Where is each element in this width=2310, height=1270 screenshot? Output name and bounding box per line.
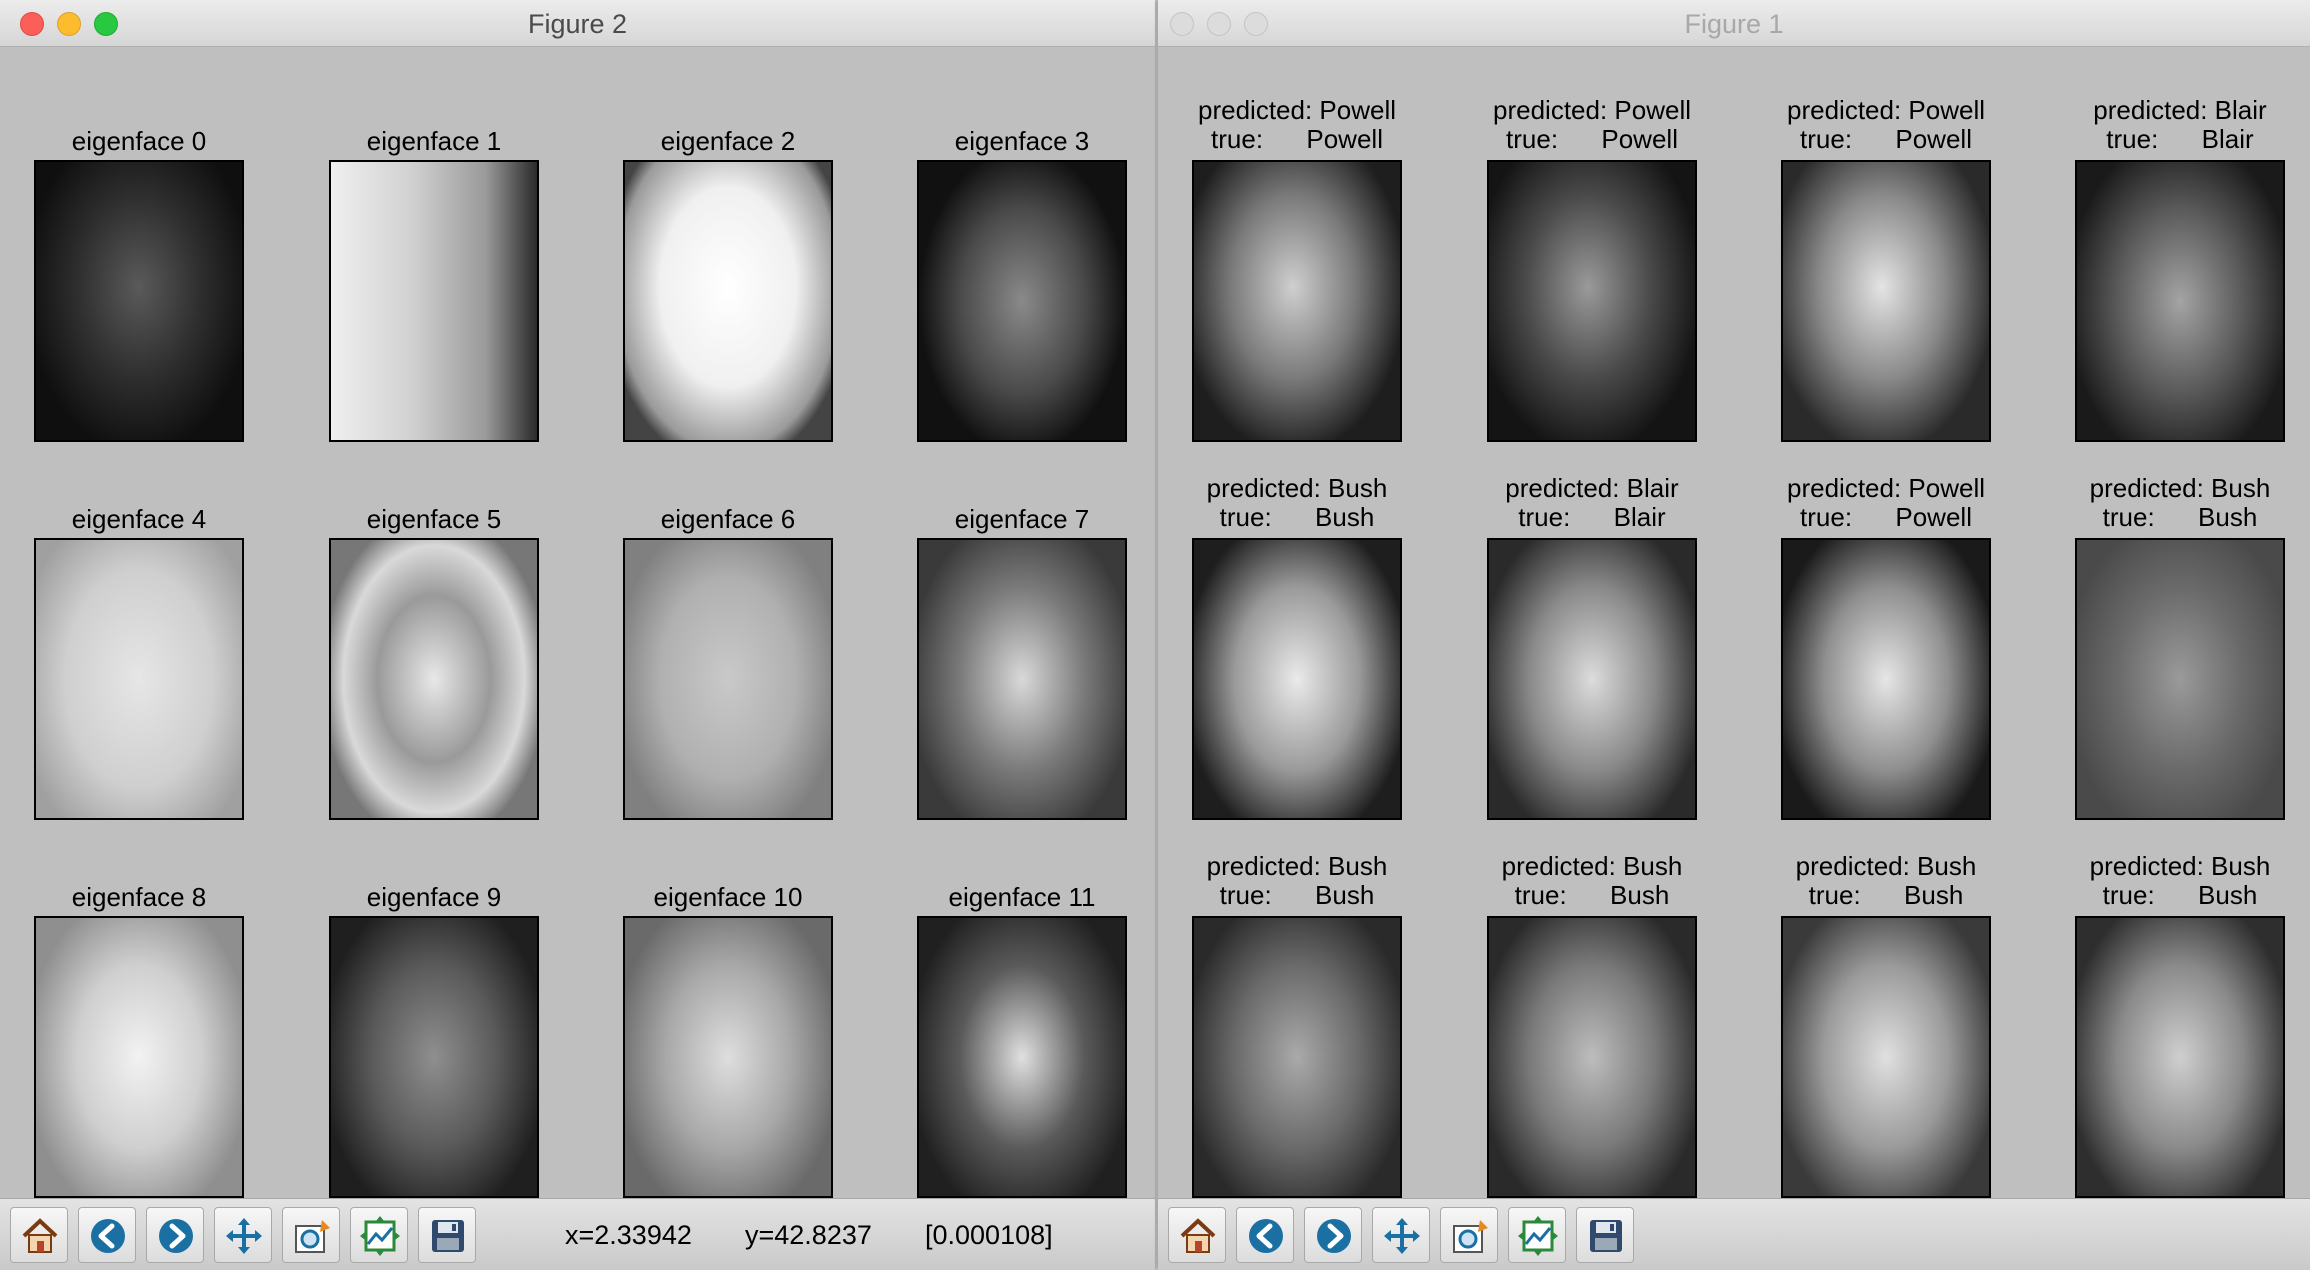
prediction-image[interactable]	[1192, 160, 1402, 442]
subplots-button[interactable]	[1508, 1207, 1566, 1263]
home-button[interactable]	[1168, 1207, 1226, 1263]
prediction-title: predicted: Powell true: Powell	[1198, 95, 1396, 154]
prediction-title: predicted: Powell true: Powell	[1787, 473, 1985, 532]
eigenface-title: eigenface 10	[653, 882, 803, 912]
prediction-title: predicted: Bush true: Bush	[1795, 851, 1977, 910]
home-button[interactable]	[10, 1207, 68, 1263]
eigenface-image[interactable]	[917, 916, 1127, 1198]
window-title: Figure 1	[1684, 9, 1784, 39]
eigenface-image[interactable]	[329, 160, 539, 442]
save-button[interactable]	[418, 1207, 476, 1263]
pan-button[interactable]	[1372, 1207, 1430, 1263]
prediction-image[interactable]	[1781, 160, 1991, 442]
desktop: Figure 2 eigenface 0 eigenface 1 eigenface…	[0, 0, 2310, 1270]
prediction-image[interactable]	[1487, 160, 1697, 442]
prediction-title: predicted: Blair true: Blair	[1505, 473, 1679, 532]
prediction-image[interactable]	[1781, 916, 1991, 1198]
prediction-title: predicted: Bush true: Bush	[2089, 851, 2271, 910]
eigenface-title: eigenface 3	[954, 126, 1090, 156]
window-title: Figure 2	[527, 9, 628, 39]
forward-button[interactable]	[1304, 1207, 1362, 1263]
navigation-toolbar	[1158, 1198, 2310, 1270]
eigenface-title: eigenface 5	[366, 504, 502, 534]
eigenface-title: eigenface 9	[366, 882, 502, 912]
prediction-image[interactable]	[1781, 538, 1991, 820]
titlebar[interactable]: Figure 2	[0, 0, 1155, 47]
forward-button[interactable]	[146, 1207, 204, 1263]
prediction-title: predicted: Bush true: Bush	[1206, 851, 1388, 910]
titlebar[interactable]: Figure 1	[1158, 0, 2310, 47]
prediction-title: predicted: Powell true: Powell	[1493, 95, 1691, 154]
prediction-title: predicted: Bush true: Bush	[1501, 851, 1683, 910]
eigenface-image[interactable]	[329, 916, 539, 1198]
figure-2-window: Figure 2 eigenface 0 eigenface 1 eigenface…	[0, 0, 1155, 1270]
prediction-image[interactable]	[2075, 160, 2285, 442]
eigenface-image[interactable]	[623, 916, 833, 1198]
figure-1-window: Figure 1 predicted: Powell true: Powell p…	[1158, 0, 2310, 1270]
back-button[interactable]	[1236, 1207, 1294, 1263]
eigenface-image[interactable]	[917, 538, 1127, 820]
eigenface-title: eigenface 0	[71, 126, 207, 156]
pan-button[interactable]	[214, 1207, 272, 1263]
prediction-title: predicted: Powell true: Powell	[1787, 95, 1985, 154]
prediction-image[interactable]	[1192, 916, 1402, 1198]
eigenface-image[interactable]	[34, 160, 244, 442]
pixel-value-readout: [0.000108]	[925, 1220, 1053, 1250]
zoom-rect-button[interactable]	[1440, 1207, 1498, 1263]
back-button[interactable]	[78, 1207, 136, 1263]
eigenface-image[interactable]	[34, 916, 244, 1198]
eigenface-image[interactable]	[329, 538, 539, 820]
eigenface-image[interactable]	[623, 160, 833, 442]
prediction-title: predicted: Bush true: Bush	[2089, 473, 2271, 532]
save-button[interactable]	[1576, 1207, 1634, 1263]
prediction-image[interactable]	[1487, 538, 1697, 820]
prediction-image[interactable]	[2075, 916, 2285, 1198]
navigation-toolbar: x=2.33942 y=42.8237 [0.000108]	[0, 1198, 1155, 1270]
cursor-y-readout: y=42.8237	[745, 1220, 872, 1250]
eigenface-image[interactable]	[34, 538, 244, 820]
eigenface-image[interactable]	[917, 160, 1127, 442]
zoom-rect-button[interactable]	[282, 1207, 340, 1263]
eigenface-image[interactable]	[623, 538, 833, 820]
eigenface-title: eigenface 8	[71, 882, 207, 912]
prediction-title: predicted: Blair true: Blair	[2093, 95, 2267, 154]
prediction-image[interactable]	[1487, 916, 1697, 1198]
eigenface-title: eigenface 1	[366, 126, 502, 156]
prediction-title: predicted: Bush true: Bush	[1206, 473, 1388, 532]
eigenface-title: eigenface 6	[660, 504, 796, 534]
cursor-x-readout: x=2.33942	[565, 1220, 692, 1250]
prediction-image[interactable]	[1192, 538, 1402, 820]
eigenface-title: eigenface 4	[71, 504, 207, 534]
prediction-image[interactable]	[2075, 538, 2285, 820]
subplots-button[interactable]	[350, 1207, 408, 1263]
eigenface-title: eigenface 7	[954, 504, 1090, 534]
eigenface-title: eigenface 11	[948, 882, 1096, 912]
eigenface-title: eigenface 2	[660, 126, 796, 156]
